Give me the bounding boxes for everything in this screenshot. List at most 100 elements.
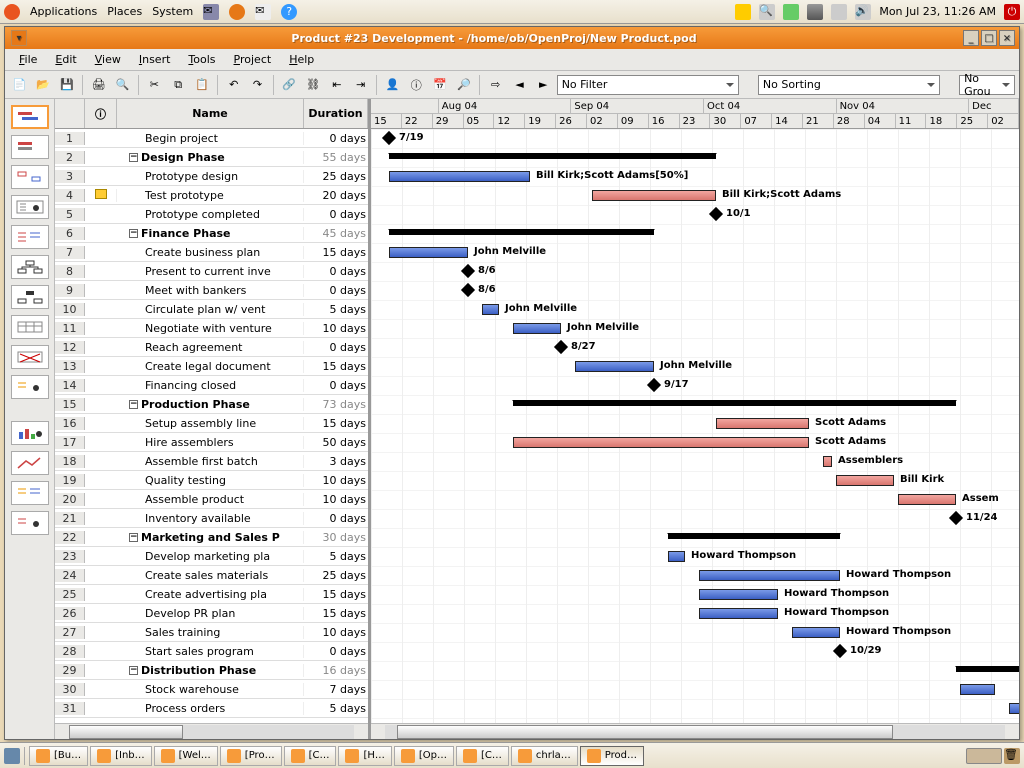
link-icon[interactable]: 🔗 (279, 74, 300, 96)
wbs-view-button[interactable] (11, 255, 49, 279)
menu-help[interactable]: Help (281, 51, 322, 68)
task-usage-button[interactable] (11, 225, 49, 249)
task-bar[interactable] (792, 627, 840, 638)
task-bar[interactable] (1009, 703, 1019, 714)
taskbar-item[interactable]: [Bu… (29, 746, 88, 766)
table-row[interactable]: 8Present to current inve0 days (55, 262, 368, 281)
table-row[interactable]: 15−Production Phase73 days (55, 395, 368, 414)
power-icon[interactable]: ⏻ (1004, 4, 1020, 20)
row-number-header[interactable] (55, 99, 85, 128)
duration-header[interactable]: Duration (304, 99, 368, 128)
search-icon[interactable]: 🔍 (759, 4, 775, 20)
chart-button[interactable] (11, 451, 49, 475)
minimize-button[interactable]: _ (963, 30, 979, 46)
find-icon[interactable]: 🔎 (454, 74, 475, 96)
table-row[interactable]: 24Create sales materials25 days (55, 566, 368, 585)
table-row[interactable]: 1Begin project0 days (55, 129, 368, 148)
table-row[interactable]: 7Create business plan15 days (55, 243, 368, 262)
summary-bar[interactable] (956, 666, 1019, 672)
task-bar[interactable] (699, 570, 840, 581)
save-icon[interactable]: 💾 (57, 74, 78, 96)
paste-icon[interactable]: 📋 (192, 74, 213, 96)
table-row[interactable]: 21Inventory available0 days (55, 509, 368, 528)
battery-icon[interactable] (783, 4, 799, 20)
table-row[interactable]: 19Quality testing10 days (55, 471, 368, 490)
taskbar-item[interactable]: [Op… (394, 746, 454, 766)
task-bar[interactable] (575, 361, 654, 372)
report-view-button[interactable] (11, 315, 49, 339)
group-dropdown[interactable]: No Grou (959, 75, 1015, 95)
table-row[interactable]: 28Start sales program0 days (55, 642, 368, 661)
volume-icon[interactable]: 🔊 (855, 4, 871, 20)
copy-icon[interactable]: ⧉ (168, 74, 189, 96)
next-icon[interactable]: ► (533, 74, 554, 96)
window-titlebar[interactable]: ▾ Product #23 Development - /home/ob/Ope… (5, 27, 1019, 49)
no-subview-button[interactable] (11, 345, 49, 369)
workspace-switcher[interactable] (966, 748, 1002, 764)
table-row[interactable]: 14Financing closed0 days (55, 376, 368, 395)
undo-icon[interactable]: ↶ (223, 74, 244, 96)
task-bar[interactable] (513, 323, 561, 334)
task-bar[interactable] (699, 608, 778, 619)
table-row[interactable]: 29−Distribution Phase16 days (55, 661, 368, 680)
task-bar[interactable] (482, 304, 499, 315)
info-icon[interactable]: ⓘ (406, 74, 427, 96)
table-row[interactable]: 25Create advertising pla15 days (55, 585, 368, 604)
taskbar-item[interactable]: [Pro… (220, 746, 282, 766)
task-bar[interactable] (513, 437, 809, 448)
prev-icon[interactable]: ◄ (509, 74, 530, 96)
calendar-icon[interactable]: 📅 (430, 74, 451, 96)
menu-edit[interactable]: Edit (47, 51, 84, 68)
summary-bar[interactable] (513, 400, 956, 406)
menu-project[interactable]: Project (226, 51, 280, 68)
window-menu-icon[interactable]: ▾ (11, 30, 27, 46)
task-bar[interactable] (898, 494, 956, 505)
task-bar[interactable] (823, 456, 832, 467)
table-row[interactable]: 4Test prototype20 days (55, 186, 368, 205)
summary-bar[interactable] (668, 533, 840, 539)
tracking-gantt-button[interactable] (11, 135, 49, 159)
table-row[interactable]: 10Circulate plan w/ vent5 days (55, 300, 368, 319)
taskbar-item[interactable]: [Inb… (90, 746, 152, 766)
taskbar-item[interactable]: [C… (284, 746, 337, 766)
menu-insert[interactable]: Insert (131, 51, 179, 68)
task-usage2-button[interactable] (11, 481, 49, 505)
table-row[interactable]: 18Assemble first batch3 days (55, 452, 368, 471)
task-bar[interactable] (716, 418, 809, 429)
close-button[interactable]: × (999, 30, 1015, 46)
table-row[interactable]: 11Negotiate with venture10 days (55, 319, 368, 338)
task-bar[interactable] (960, 684, 995, 695)
task-bar[interactable] (699, 589, 778, 600)
table-row[interactable]: 20Assemble product10 days (55, 490, 368, 509)
open-icon[interactable]: 📂 (33, 74, 54, 96)
resource-usage-button[interactable] (11, 375, 49, 399)
resource-view-button[interactable] (11, 195, 49, 219)
menu-file[interactable]: File (11, 51, 45, 68)
table-row[interactable]: 6−Finance Phase45 days (55, 224, 368, 243)
task-bar[interactable] (668, 551, 685, 562)
preview-icon[interactable]: 🔍 (112, 74, 133, 96)
panel-launcher-icon[interactable]: ✉ (203, 4, 219, 20)
table-row[interactable]: 9Meet with bankers0 days (55, 281, 368, 300)
sort-dropdown[interactable]: No Sorting (758, 75, 940, 95)
mail-icon[interactable]: ✉ (255, 4, 271, 20)
table-row[interactable]: 13Create legal document15 days (55, 357, 368, 376)
taskbar-item[interactable]: Prod… (580, 746, 644, 766)
indicator-header[interactable]: ⓘ (85, 99, 117, 128)
menu-places[interactable]: Places (107, 5, 142, 18)
menu-applications[interactable]: Applications (30, 5, 97, 18)
new-icon[interactable]: 📄 (9, 74, 30, 96)
table-row[interactable]: 27Sales training10 days (55, 623, 368, 642)
taskbar-item[interactable]: chrla… (511, 746, 578, 766)
trash-icon[interactable]: 🗑 (1004, 748, 1020, 764)
rbs-view-button[interactable] (11, 285, 49, 309)
sheet-hscroll[interactable] (55, 723, 368, 739)
outdent-icon[interactable]: ⇤ (327, 74, 348, 96)
table-row[interactable]: 3Prototype design25 days (55, 167, 368, 186)
table-row[interactable]: 31Process orders5 days (55, 699, 368, 718)
user-icon[interactable] (735, 4, 751, 20)
gantt-chart[interactable]: Aug 04Sep 04Oct 04Nov 04Dec 152229051219… (371, 99, 1019, 739)
printer-icon[interactable] (831, 4, 847, 20)
name-header[interactable]: Name (117, 99, 304, 128)
table-row[interactable]: 16Setup assembly line15 days (55, 414, 368, 433)
